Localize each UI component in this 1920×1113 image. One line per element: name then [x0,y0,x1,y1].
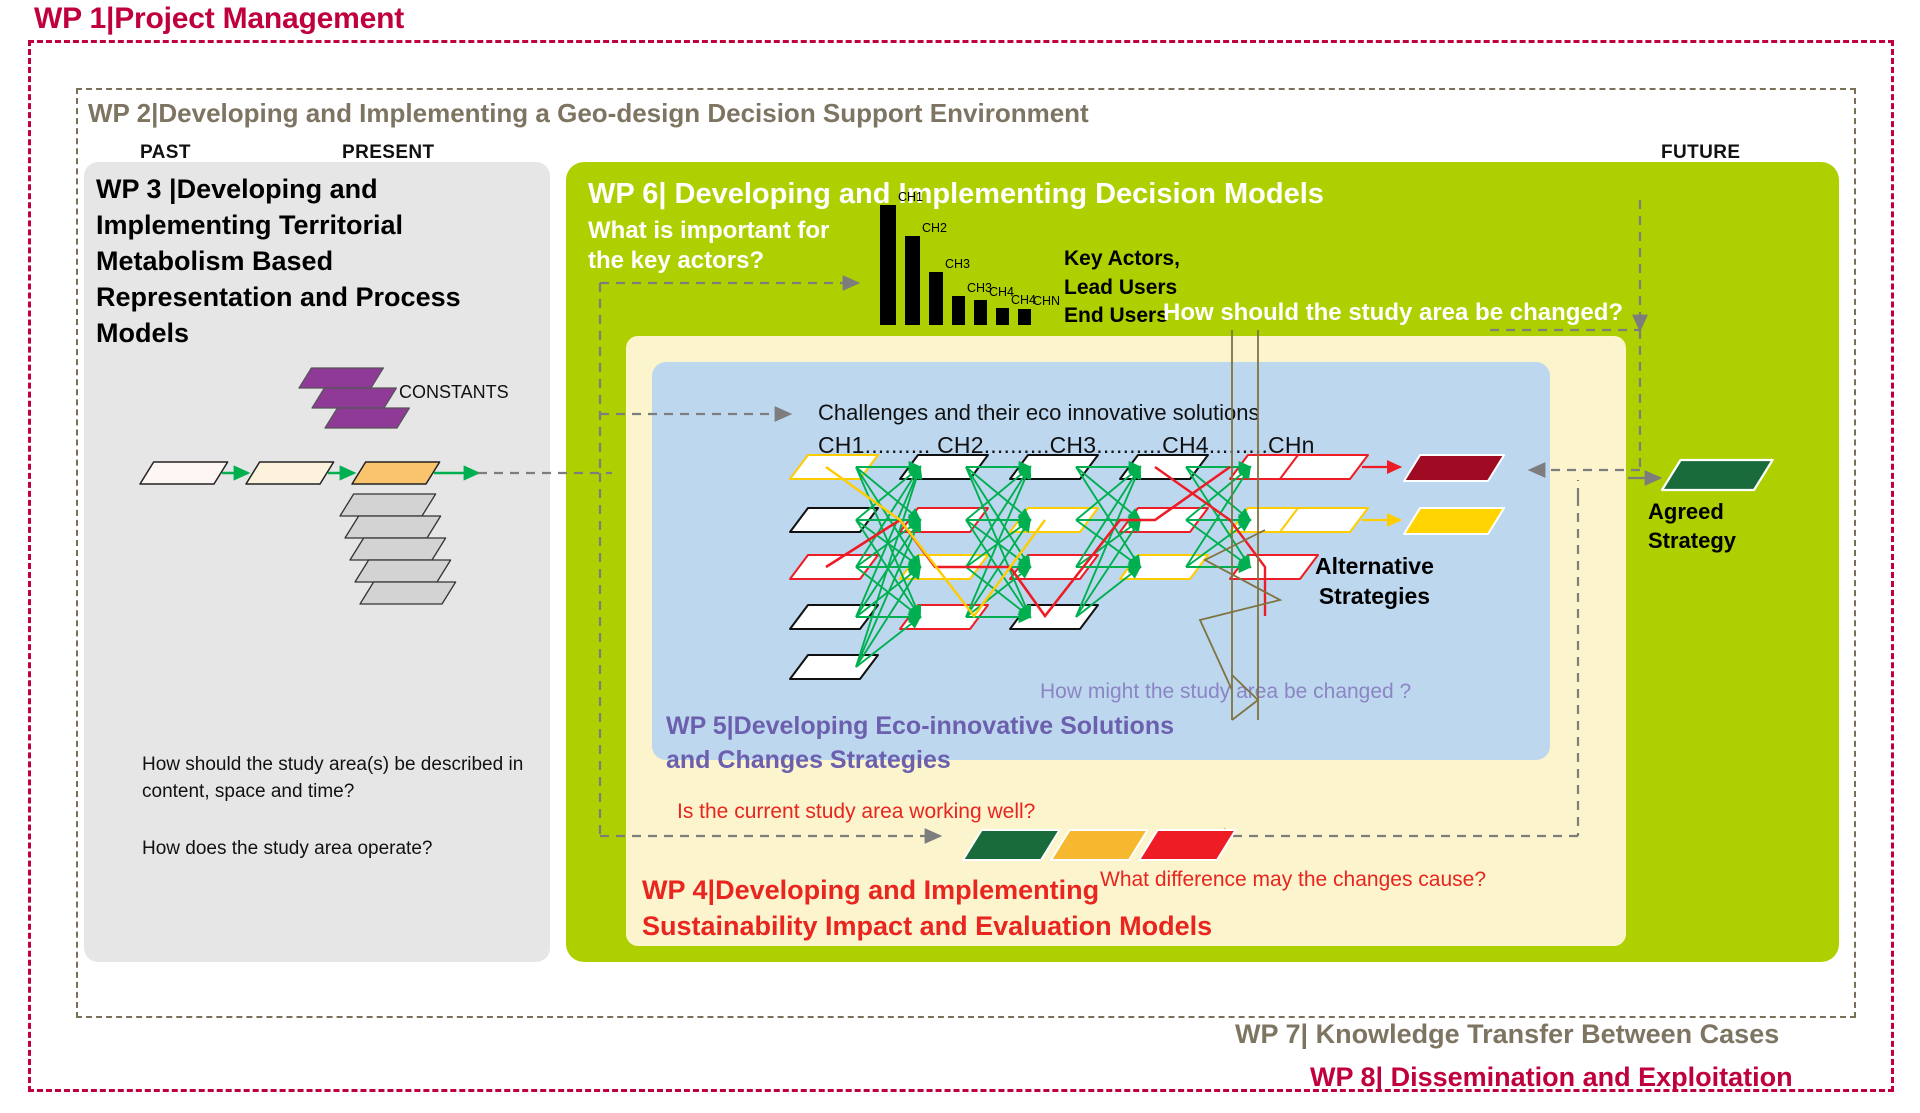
timeline-label-present: PRESENT [342,142,435,163]
wp7-title: WP 7| Knowledge Transfer Between Cases [1235,1019,1780,1049]
bar-ch4-5 [996,308,1009,325]
alternative-strategies-line-1: Alternative [1315,553,1434,579]
alternative-strategies-label: Alternative Strategies [1315,551,1434,612]
bar-label-2: CH3 [945,257,971,271]
wp4-title-line-1: WP 4|Developing and Implementing [642,875,1100,905]
bar-ch2-1 [905,236,920,325]
bar-ch3-3 [952,296,965,325]
alternative-strategies-line-2: Strategies [1318,583,1431,610]
bar-ch4-4 [974,300,987,325]
key-actors-line-2: Lead Users [1064,275,1178,299]
timeline-label-past: PAST [140,142,191,163]
wp8-title: WP 8| Dissemination and Exploitation [1310,1062,1793,1092]
wp4-title: WP 4|Developing and Implementing Sustain… [642,873,1212,945]
bar-ch1-0 [880,205,896,325]
key-actor-priority-bar-chart: CH1 CH2 CH3 CH3 CH4 CH4 CHN [880,190,1070,325]
agreed-strategy-line-1: Agreed [1648,499,1724,524]
wp2-title: WP 2|Developing and Implementing a Geo-d… [88,98,1089,128]
wp5-title-line-1: WP 5|Developing Eco-innovative Solutions [666,712,1174,740]
wp3-question-1: How should the study area(s) be describe… [142,754,524,802]
wp5-how-might-question: How might the study area be changed ? [1040,680,1412,703]
wp4-title-line-2: Sustainability Impact and Evaluation Mod… [642,910,1213,941]
bar-ch3-2 [929,272,943,325]
wp6-how-changed-question: How should the study area be changed? [1163,299,1624,326]
bar-chn-6 [1018,309,1031,325]
agreed-strategy-label: Agreed Strategy [1648,497,1736,555]
bar-label-0: CH1 [898,190,924,204]
wp4-question-left: Is the current study area working well? [677,800,1036,823]
diagram-canvas: WP 1|Project Management WP 2|Developing … [0,0,1920,1113]
wp5-title: WP 5|Developing Eco-innovative Solutions… [666,710,1174,777]
bar-label-6: CHN [1033,294,1061,308]
wp5-title-line-2: and Changes Strategies [666,745,951,774]
wp3-question-2: How does the study area operate? [142,838,433,859]
agreed-strategy-line-2: Strategy [1648,528,1737,554]
key-actors-line-1: Key Actors, [1064,247,1180,270]
challenges-heading: Challenges and their eco innovative solu… [818,400,1260,425]
constants-label: CONSTANTS [399,382,509,402]
challenges-channel-list: CH1.......... CH2..........CH3..........… [818,432,1315,458]
timeline-label-future: FUTURE [1661,142,1741,163]
wp6-question: What is important for the key actors? [588,217,830,274]
wp3-title: WP 3 |Developing and Implementing Territ… [96,174,461,348]
bar-label-1: CH2 [922,221,948,235]
wp1-title: WP 1|Project Management [34,2,405,35]
